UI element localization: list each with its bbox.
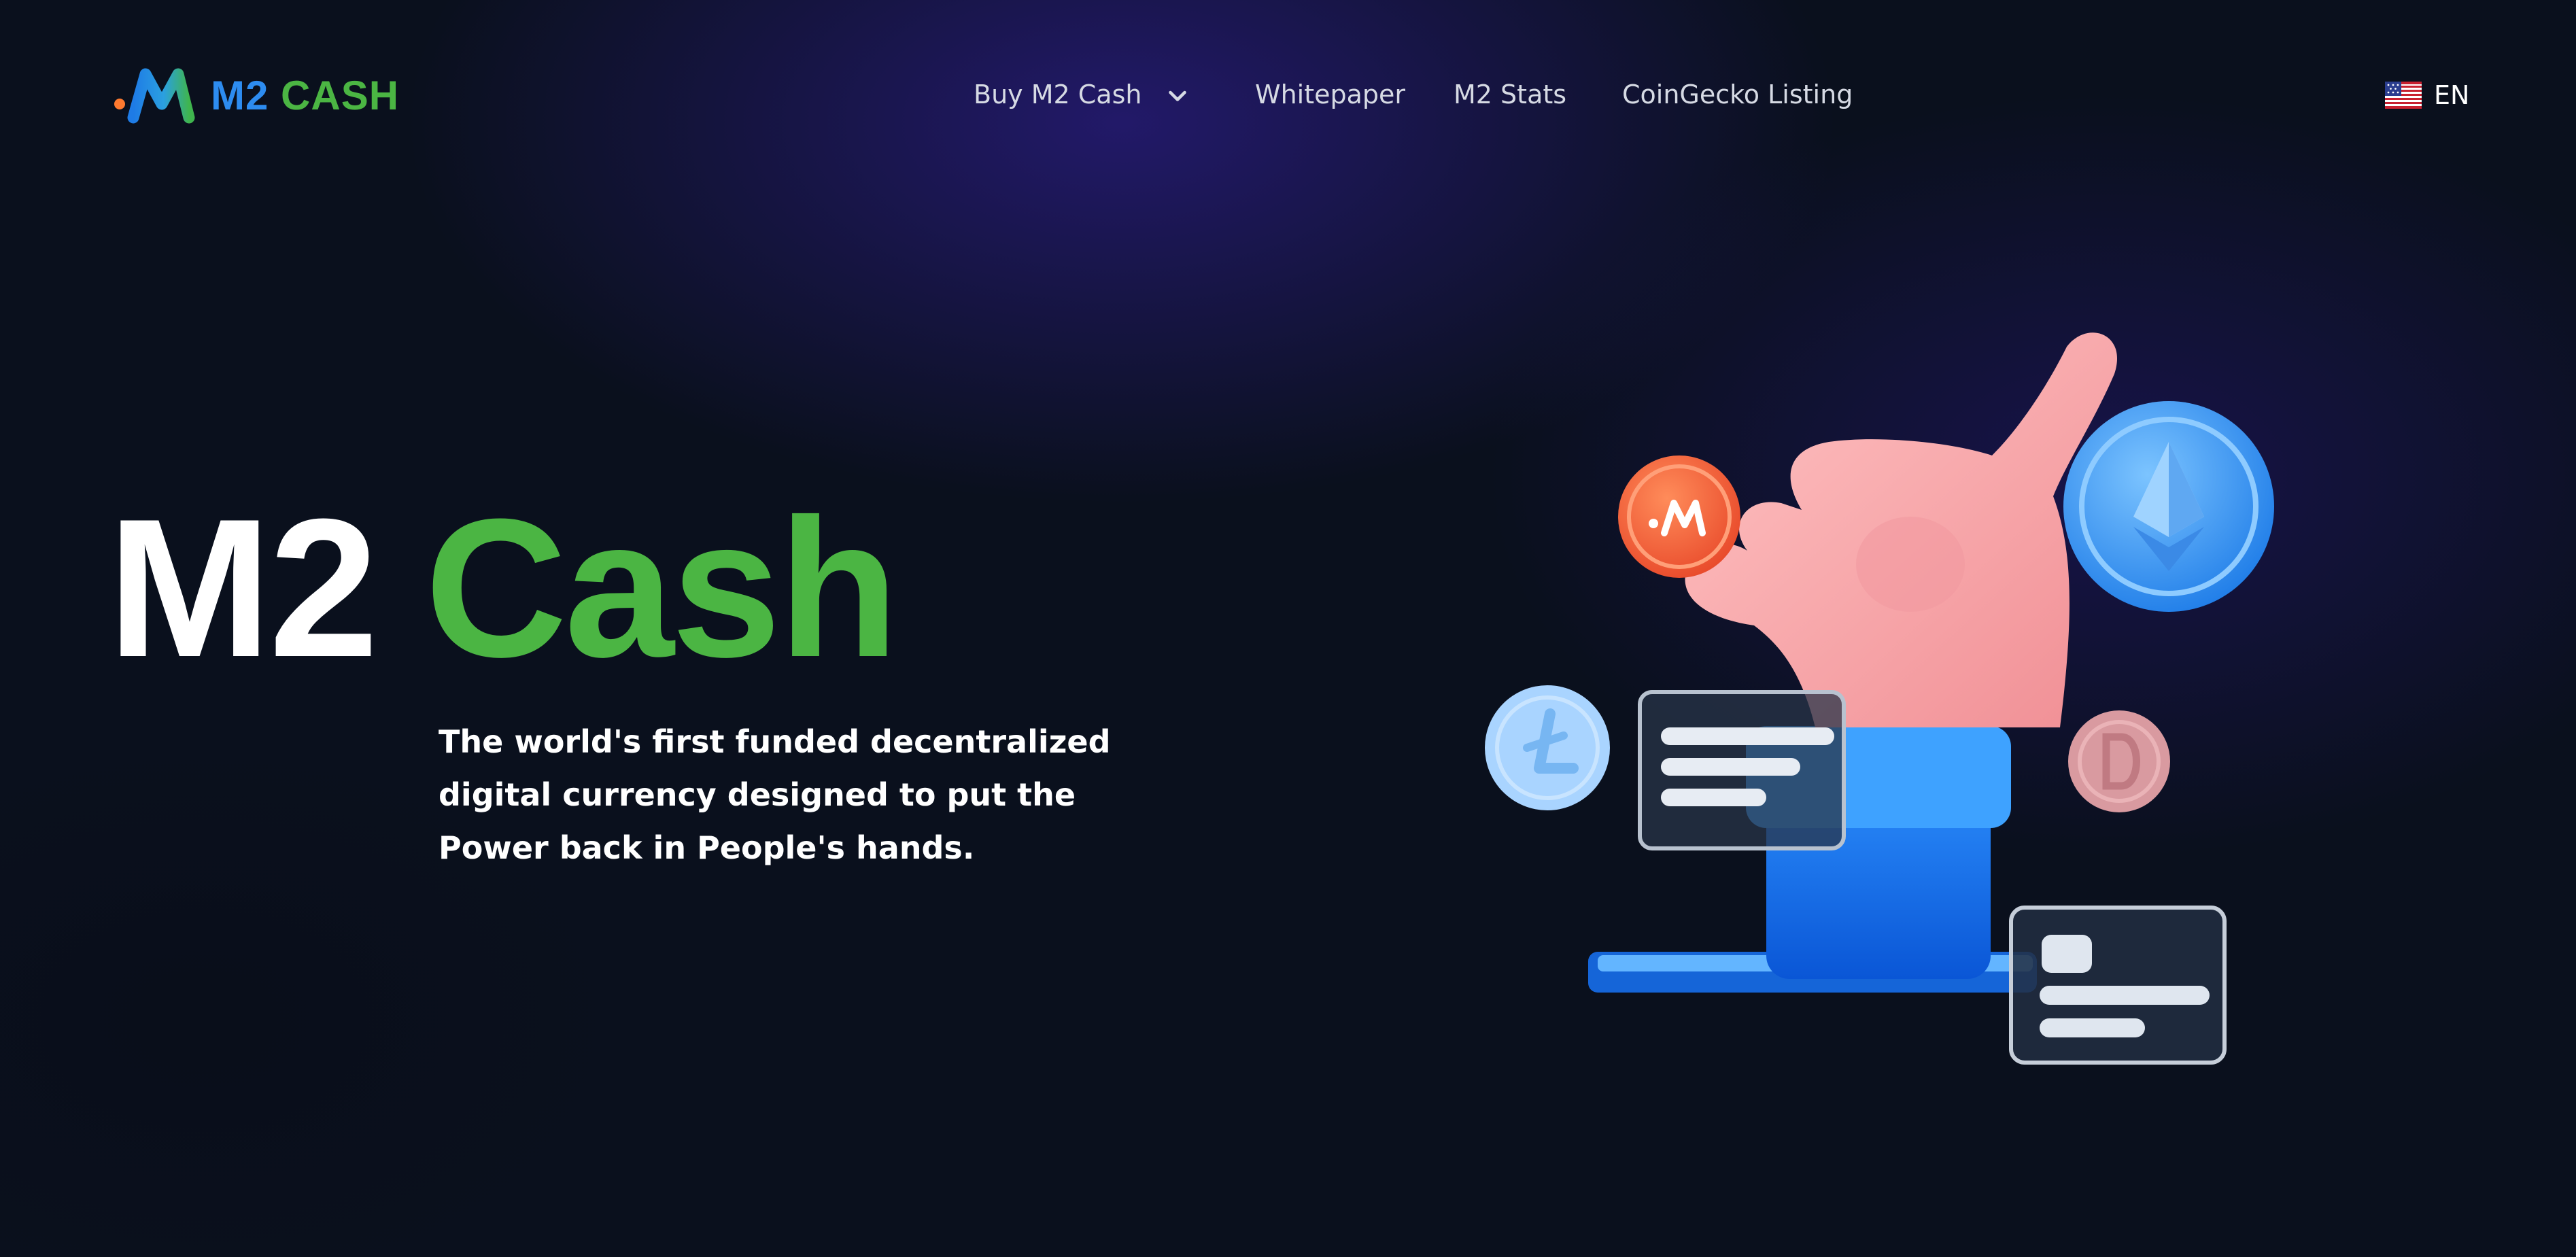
- glass-card-left: [1638, 690, 1846, 850]
- hero-title: M2 Cash: [107, 489, 899, 687]
- hand: [1685, 332, 2117, 727]
- nav-link-whitepaper[interactable]: Whitepaper: [1255, 73, 1405, 116]
- m2-cash-logo-icon: [114, 68, 195, 124]
- ethereum-coin-icon: [2063, 401, 2274, 612]
- m2-coin-icon: [1618, 455, 1740, 578]
- nav-buy-label: Buy M2 Cash: [974, 80, 1142, 109]
- logo[interactable]: M2 CASH: [113, 65, 399, 126]
- chevron-down-icon: [1168, 90, 1186, 101]
- nav-buy-m2-cash-dropdown[interactable]: Buy M2 Cash: [974, 73, 1190, 116]
- hero-title-m2: M2: [107, 478, 379, 698]
- logo-text: M2 CASH: [211, 72, 399, 119]
- litecoin-coin-icon: [1485, 685, 1610, 810]
- glass-card-right: [2009, 906, 2227, 1065]
- dogecoin-coin-icon: [2068, 710, 2170, 812]
- logo-text-cash: CASH: [281, 72, 400, 118]
- nav-link-coingecko-listing[interactable]: CoinGecko Listing: [1622, 73, 1853, 116]
- language-selector[interactable]: EN: [2385, 76, 2469, 114]
- us-flag-icon: [2385, 82, 2422, 109]
- language-label: EN: [2434, 80, 2470, 110]
- hand-holding-coin-illustration: [1485, 332, 2274, 1065]
- nav-link-m2-stats[interactable]: M2 Stats: [1454, 73, 1566, 116]
- hero-title-cash: Cash: [424, 478, 899, 698]
- logo-text-m2: M2: [211, 72, 269, 118]
- hero-subtitle: The world's first funded decentralized d…: [439, 723, 1111, 866]
